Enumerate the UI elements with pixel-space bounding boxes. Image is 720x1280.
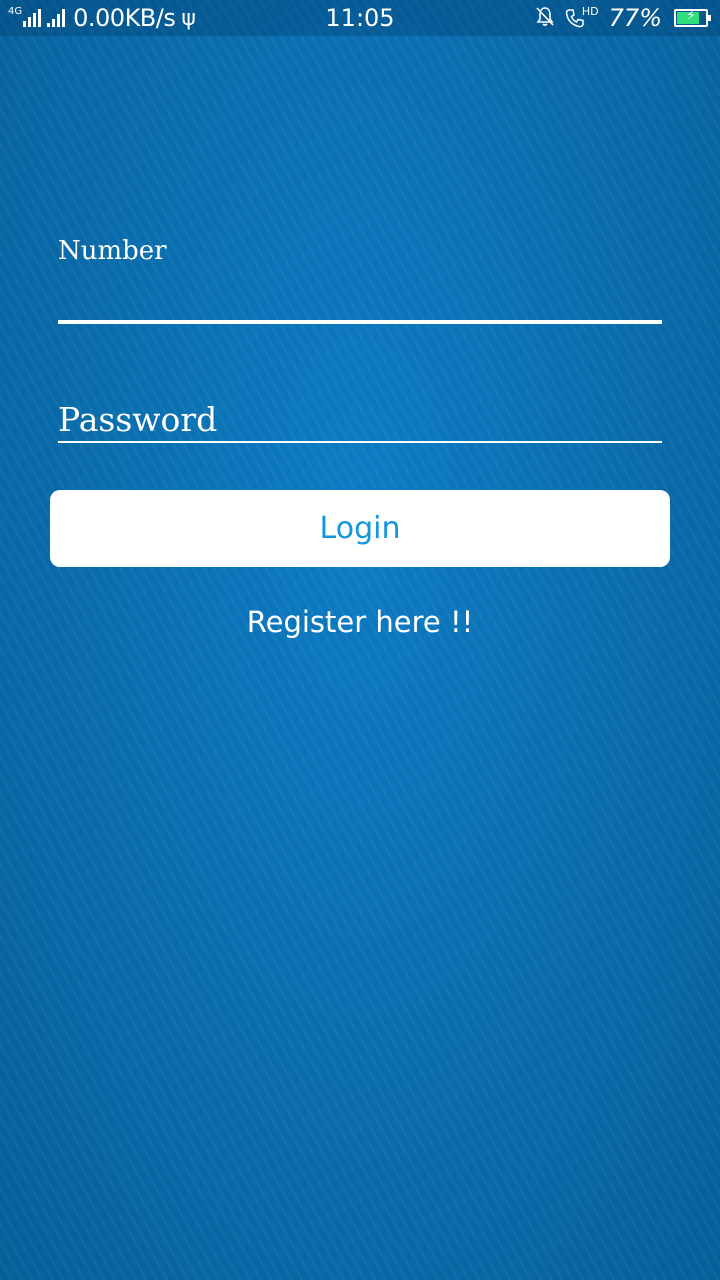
number-label: Number <box>58 236 167 266</box>
battery-charging-icon: ⚡ <box>674 8 711 27</box>
password-placeholder: Password <box>58 400 218 439</box>
battery-percent: 77% <box>608 4 662 32</box>
password-input-underline[interactable] <box>58 441 662 443</box>
register-link[interactable]: Register here !! <box>0 605 720 639</box>
hd-label: HD <box>581 4 599 18</box>
status-bar-left: 4G 0.00KB/s ψ <box>8 0 196 36</box>
hd-call-icon: HD <box>564 4 599 29</box>
number-input-underline[interactable] <box>58 320 662 324</box>
usb-icon: ψ <box>181 5 196 31</box>
data-speed: 0.00KB/s <box>73 4 176 32</box>
charging-bolt-icon: ⚡ <box>686 8 696 24</box>
status-bar: 4G 0.00KB/s ψ 11:05 HD 77% ⚡ <box>0 0 720 36</box>
network-type: 4G <box>8 6 23 17</box>
password-field[interactable]: Password <box>58 400 662 444</box>
signal-icon <box>23 9 42 27</box>
signal-icon-secondary <box>47 9 66 27</box>
number-field[interactable]: Number <box>58 236 662 326</box>
bell-muted-icon <box>534 5 556 31</box>
status-bar-right: HD 77% ⚡ <box>534 0 711 36</box>
clock: 11:05 <box>325 4 395 32</box>
login-button[interactable]: Login <box>50 490 670 567</box>
